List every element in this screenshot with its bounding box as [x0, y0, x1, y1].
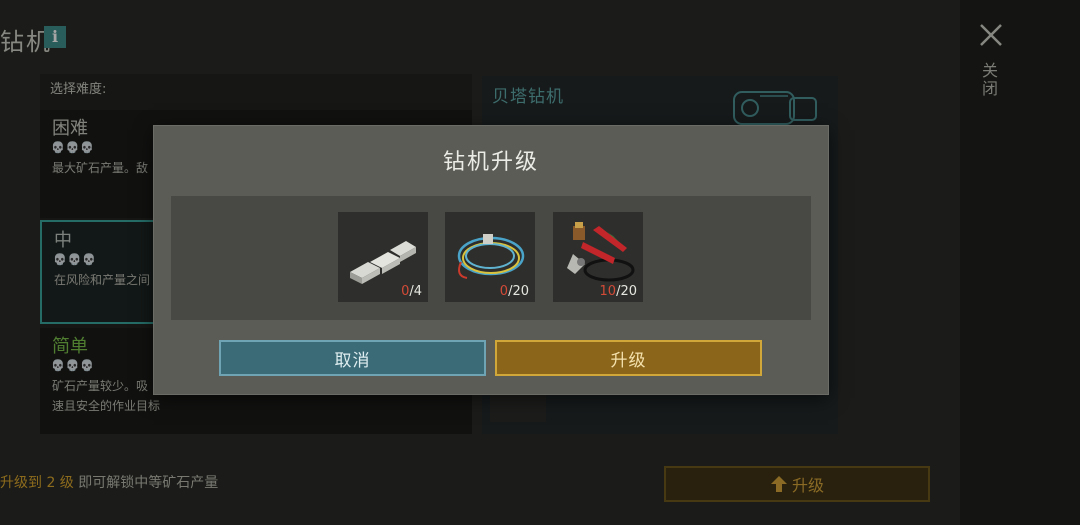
material-slot-tools[interactable]: 10/20 — [553, 212, 643, 302]
material-have: 0 — [499, 284, 509, 299]
cancel-button[interactable]: 取消 — [219, 340, 486, 376]
upgrade-dialog: 钻机升级 0/4 0/20 10/20 取消 升级 — [154, 126, 828, 394]
material-have: 10 — [599, 284, 617, 299]
upgrade-button[interactable]: 升级 — [495, 340, 762, 376]
material-slot-wire[interactable]: 0/20 — [445, 212, 535, 302]
material-count: 0/20 — [500, 284, 529, 299]
dialog-title: 钻机升级 — [442, 150, 539, 175]
material-count: 10/20 — [600, 284, 637, 299]
material-count: 0/4 — [401, 284, 422, 299]
material-need: /20 — [616, 284, 637, 299]
materials-area: 0/4 0/20 10/20 — [171, 196, 811, 320]
material-need: /4 — [409, 284, 422, 299]
material-slot-ingot[interactable]: 0/4 — [338, 212, 428, 302]
material-need: /20 — [508, 284, 529, 299]
